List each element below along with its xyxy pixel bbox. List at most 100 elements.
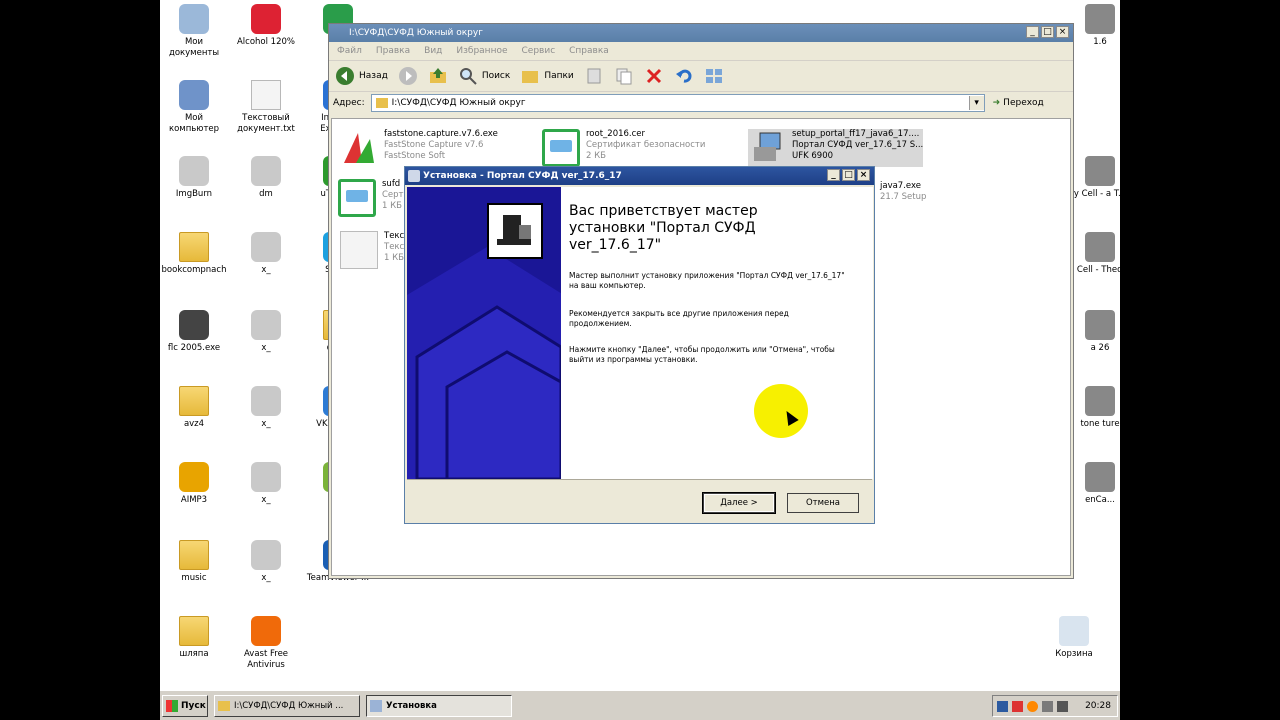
- desktop-icon[interactable]: tone ture: [1066, 386, 1120, 430]
- explorer-titlebar[interactable]: I:\СУФД\СУФД Южный округ _ □ ×: [329, 24, 1073, 42]
- avast-icon: [251, 616, 281, 646]
- go-button[interactable]: ➜ Переход: [993, 98, 1044, 108]
- desktop-icon[interactable]: flc 2005.exe: [160, 310, 228, 354]
- desktop-icon[interactable]: bookcompnach: [160, 232, 228, 276]
- windows-logo-icon: [166, 700, 178, 712]
- desktop-icon[interactable]: x_: [232, 540, 300, 584]
- desktop-icon[interactable]: x_: [232, 462, 300, 506]
- desktop-icon[interactable]: Alcohol 120%: [232, 4, 300, 48]
- language-icon[interactable]: [997, 700, 1008, 712]
- desktop-icon[interactable]: y Cell - Theory: [1066, 232, 1120, 276]
- app-icon: [1085, 310, 1115, 340]
- menu-tools[interactable]: Сервис: [522, 42, 556, 60]
- address-label: Адрес:: [333, 98, 365, 108]
- app-icon: [1085, 4, 1115, 34]
- generic-icon: [251, 156, 281, 186]
- folder-icon: [375, 98, 388, 108]
- search-button[interactable]: Поиск: [458, 66, 510, 86]
- minimize-button[interactable]: _: [827, 169, 840, 181]
- undo-button[interactable]: [674, 66, 694, 86]
- desktop-icon[interactable]: enCa...: [1066, 462, 1120, 506]
- maximize-button[interactable]: □: [842, 169, 855, 181]
- menu-bar: Файл Правка Вид Избранное Сервис Справка: [329, 42, 1073, 60]
- file-item[interactable]: faststone.capture.v7.6.exe FastStone Capt…: [340, 129, 498, 167]
- views-button[interactable]: [704, 66, 724, 86]
- desktop-icon-label: a 26: [1090, 343, 1110, 353]
- forward-arrow-icon: [398, 66, 418, 86]
- maximize-button[interactable]: □: [1041, 26, 1054, 38]
- clock[interactable]: 20:28: [1085, 701, 1111, 711]
- desktop-icon[interactable]: x_: [232, 310, 300, 354]
- desktop-icon-label: y Cell - a T...: [1073, 189, 1120, 199]
- flag-icon[interactable]: [1012, 700, 1023, 712]
- network-icon[interactable]: [1042, 700, 1053, 712]
- app-icon: [1085, 462, 1115, 492]
- desktop-icon[interactable]: music: [160, 540, 228, 584]
- folder-icon: [179, 540, 209, 570]
- taskbar-item-installer[interactable]: Установка: [366, 695, 512, 717]
- address-input[interactable]: I:\СУФД\СУФД Южный округ ▾: [370, 94, 985, 112]
- taskbar-item-explorer[interactable]: I:\СУФД\СУФД Южный ...: [214, 695, 360, 717]
- desktop-icon[interactable]: Avast Free Antivirus: [232, 616, 300, 671]
- wizard-content: Вас приветствует мастер установки "Порта…: [561, 187, 873, 479]
- installer-app-icon: [370, 700, 382, 712]
- menu-favorites[interactable]: Избранное: [456, 42, 507, 60]
- desktop-icon-label: x_: [261, 495, 271, 505]
- recycle-bin-icon-item[interactable]: Корзина: [1040, 616, 1108, 660]
- avast-tray-icon[interactable]: [1027, 700, 1038, 712]
- views-icon: [704, 66, 724, 86]
- menu-help[interactable]: Справка: [569, 42, 609, 60]
- menu-edit[interactable]: Правка: [376, 42, 410, 60]
- minimize-button[interactable]: _: [1026, 26, 1039, 38]
- desktop-icon[interactable]: 1.6: [1066, 4, 1120, 48]
- close-button[interactable]: ×: [1056, 26, 1069, 38]
- volume-icon[interactable]: [1057, 700, 1068, 712]
- desktop-icon-label: 1.6: [1093, 37, 1107, 47]
- wizard-heading: Вас приветствует мастер установки "Порта…: [569, 203, 758, 253]
- generic-icon: [251, 310, 281, 340]
- desktop-icon[interactable]: a 26: [1066, 310, 1120, 354]
- file-item[interactable]: root_2016.cer Сертификат безопасности 2 КБ: [542, 129, 705, 167]
- desktop-icon[interactable]: Текстовый документ.txt: [232, 80, 300, 135]
- imgburn-icon: [179, 156, 209, 186]
- delete-button[interactable]: [644, 66, 664, 86]
- desktop-icon[interactable]: Мой компьютер: [160, 80, 228, 135]
- file-item[interactable]: java7.exe 21.7 Setup: [880, 181, 926, 203]
- installer-titlebar[interactable]: Установка - Портал СУФД ver_17.6_17 _ □ …: [405, 167, 874, 185]
- desktop-icon[interactable]: x_: [232, 232, 300, 276]
- desktop-icon[interactable]: x_: [232, 386, 300, 430]
- wizard-text-3: Нажмите кнопку "Далее", чтобы продолжить…: [569, 345, 835, 364]
- app-icon: [1085, 156, 1115, 186]
- address-bar: Адрес: I:\СУФД\СУФД Южный округ ▾ ➜ Пере…: [329, 91, 1073, 114]
- file-item-selected[interactable]: setup_portal_ff17_java6_17.... Портал СУФ…: [748, 129, 924, 167]
- menu-file[interactable]: Файл: [337, 42, 362, 60]
- go-arrow-icon: ➜: [992, 98, 1001, 108]
- back-button[interactable]: Назад: [335, 66, 388, 86]
- file-item[interactable]: Текс Текс 1 КБ: [340, 231, 404, 269]
- next-button[interactable]: Далее >: [702, 492, 776, 514]
- close-button[interactable]: ×: [857, 169, 870, 181]
- file-item[interactable]: sufd Серт 1 КБ: [338, 179, 404, 217]
- dropdown-arrow-icon[interactable]: ▾: [968, 96, 984, 110]
- desktop-icon[interactable]: шляпа: [160, 616, 228, 660]
- up-folder-button[interactable]: [428, 66, 448, 86]
- copy-to-button[interactable]: [614, 66, 634, 86]
- explorer-title: I:\СУФД\СУФД Южный округ: [349, 28, 483, 38]
- installer-title: Установка - Портал СУФД ver_17.6_17: [423, 171, 622, 181]
- desktop-icon[interactable]: ImgBurn: [160, 156, 228, 200]
- desktop-icon-label: x_: [261, 265, 271, 275]
- desktop-icon[interactable]: AIMP3: [160, 462, 228, 506]
- menu-view[interactable]: Вид: [424, 42, 442, 60]
- desktop-icon[interactable]: Мои документы: [160, 4, 228, 59]
- move-to-button[interactable]: [584, 66, 604, 86]
- up-folder-icon: [428, 66, 448, 86]
- desktop-icon[interactable]: y Cell - a T...: [1066, 156, 1120, 200]
- wizard-installer-icon: [487, 203, 543, 259]
- desktop-icon[interactable]: avz4: [160, 386, 228, 430]
- folders-button[interactable]: Папки: [520, 66, 574, 86]
- desktop-icon[interactable]: dm: [232, 156, 300, 200]
- start-button[interactable]: Пуск: [162, 695, 208, 717]
- cancel-button[interactable]: Отмена: [787, 493, 859, 513]
- forward-button[interactable]: [398, 66, 418, 86]
- generic-icon: [251, 462, 281, 492]
